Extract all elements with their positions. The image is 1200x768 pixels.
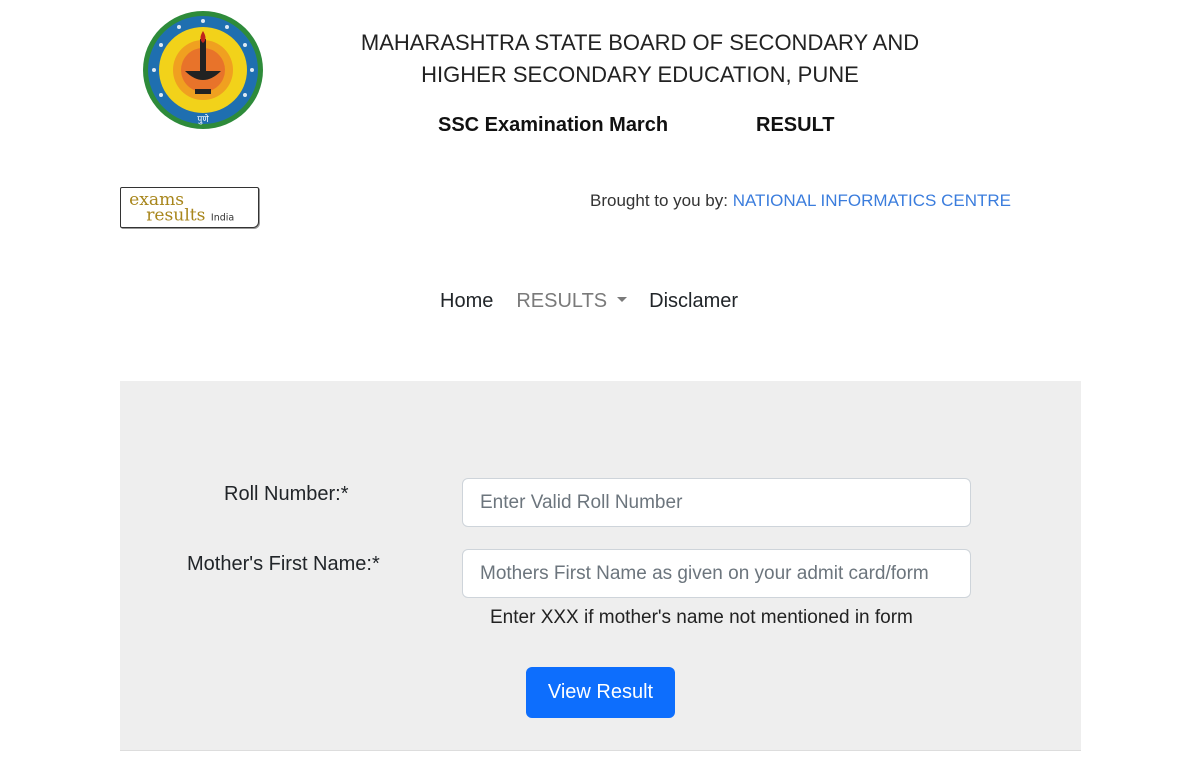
caret-down-icon: [617, 297, 628, 303]
logo-word-results: results: [146, 205, 205, 225]
main-nav: Home RESULTS Disclamer: [440, 290, 738, 313]
board-title-line2: HIGHER SECONDARY EDUCATION, PUNE: [421, 62, 859, 87]
exams-results-india-logo: exams results India: [120, 187, 259, 228]
brought-by: Brought to you by: NATIONAL INFORMATICS …: [590, 191, 1011, 211]
nav-home[interactable]: Home: [440, 290, 493, 313]
board-title: MAHARASHTRA STATE BOARD OF SECONDARY AND…: [300, 27, 980, 91]
view-result-button[interactable]: View Result: [526, 667, 675, 718]
board-title-line1: MAHARASHTRA STATE BOARD OF SECONDARY AND: [360, 30, 920, 55]
brought-prefix: Brought to you by:: [590, 191, 733, 210]
mother-name-hint: Enter XXX if mother's name not mentioned…: [490, 607, 913, 628]
nic-link[interactable]: NATIONAL INFORMATICS CENTRE: [733, 191, 1011, 210]
exam-result-heading: RESULT: [756, 114, 835, 136]
roll-number-label: Roll Number:*: [224, 483, 349, 505]
maharashtra-board-seal-icon: पुणे: [143, 11, 263, 129]
nav-results-dropdown[interactable]: RESULTS: [516, 290, 628, 313]
seal-text: पुणे: [197, 113, 209, 125]
logo-word-india: India: [211, 212, 234, 223]
mother-name-input[interactable]: [462, 549, 971, 598]
page: पुणे MAHARASHTRA STATE BOARD OF SECONDAR…: [0, 0, 1200, 768]
exam-name: SSC Examination March: [438, 114, 669, 136]
nav-results-label: RESULTS: [516, 290, 608, 312]
roll-number-input[interactable]: [462, 478, 971, 527]
mother-name-label: Mother's First Name:*: [187, 553, 380, 575]
nav-disclaimer[interactable]: Disclamer: [649, 290, 738, 313]
